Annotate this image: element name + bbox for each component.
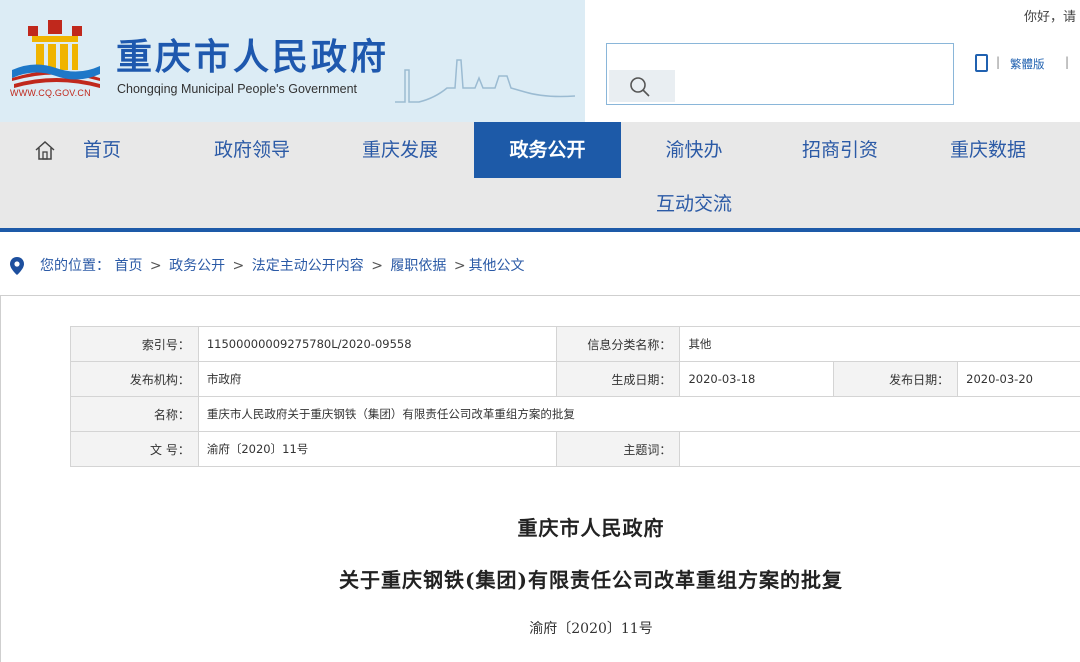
search-box (606, 43, 954, 105)
meta-value-name: 重庆市人民政府关于重庆钢铁（集团）有限责任公司改革重组方案的批复 (197, 396, 1080, 432)
city-skyline-decoration (395, 59, 575, 103)
toolbar-divider: | (996, 55, 1001, 69)
article-panel: 索引号： 11500000009275780L/2020-09558 信息分类名… (0, 295, 1080, 662)
home-icon[interactable] (34, 140, 56, 160)
meta-label-subject: 主题词： (555, 431, 681, 467)
search-button[interactable] (609, 70, 675, 102)
nav-item-investment[interactable]: 招商引资 (780, 122, 900, 178)
site-domain-label: WWW.CQ.GOV.CN (10, 88, 91, 98)
nav-item-development[interactable]: 重庆发展 (340, 122, 460, 178)
meta-label-docno: 文 号： (70, 431, 199, 467)
meta-value-agency: 市政府 (197, 361, 557, 397)
meta-value-subject (679, 431, 1080, 467)
meta-label-index: 索引号： (70, 326, 199, 362)
table-row: 索引号： 11500000009275780L/2020-09558 信息分类名… (70, 326, 1080, 362)
document-meta-table: 索引号： 11500000009275780L/2020-09558 信息分类名… (70, 326, 1080, 467)
toolbar-divider: | (1065, 55, 1070, 69)
site-title[interactable]: 重庆市人民政府 (116, 38, 389, 78)
location-pin-icon (10, 257, 24, 275)
table-row: 名称： 重庆市人民政府关于重庆钢铁（集团）有限责任公司改革重组方案的批复 (70, 396, 1080, 432)
site-subtitle: Chongqing Municipal People's Government (117, 82, 358, 96)
nav-bottom-line (0, 228, 1080, 232)
breadcrumb-item-other-documents[interactable]: 其他公文 (469, 258, 525, 274)
meta-value-docno: 渝府〔2020〕11号 (197, 431, 557, 467)
search-input[interactable] (607, 44, 953, 70)
table-row: 文 号： 渝府〔2020〕11号 主题词： (70, 431, 1080, 467)
nav-item-data[interactable]: 重庆数据 (928, 122, 1048, 178)
table-row: 发布机构： 市政府 生成日期： 2020-03-18 发布日期： 2020-03… (70, 361, 1080, 397)
nav-item-home[interactable]: 首页 (62, 122, 142, 178)
breadcrumb-separator: > (232, 258, 245, 274)
meta-value-index: 11500000009275780L/2020-09558 (197, 326, 557, 362)
document-issuer: 重庆市人民政府 (517, 516, 665, 540)
document-number: 渝府〔2020〕11号 (529, 621, 653, 637)
nav-item-yukuaiban[interactable]: 渝快办 (634, 122, 754, 178)
meta-label-created: 生成日期： (555, 361, 681, 397)
breadcrumb-separator: > (371, 258, 383, 274)
greeting-text: 你好，请 (1024, 10, 1077, 25)
nav-item-interaction[interactable]: 互动交流 (634, 176, 754, 232)
breadcrumb-item-government-affairs[interactable]: 政务公开 (169, 258, 225, 274)
meta-value-published: 2020-03-20 (957, 361, 1080, 397)
breadcrumb-separator: > (453, 258, 466, 274)
meta-value-category: 其他 (679, 326, 1080, 362)
meta-label-published: 发布日期： (833, 361, 959, 397)
breadcrumb-item-home[interactable]: 首页 (114, 258, 142, 274)
main-nav: 首页 政府领导 重庆发展 政务公开 渝快办 招商引资 重庆数据 互动交流 (0, 122, 1080, 232)
traditional-chinese-link[interactable]: 繁體版 (1010, 56, 1045, 72)
breadcrumb-item-statutory-disclosure[interactable]: 法定主动公开内容 (252, 258, 364, 274)
meta-value-created: 2020-03-18 (679, 361, 835, 397)
mobile-phone-icon[interactable] (975, 54, 988, 72)
meta-label-agency: 发布机构： (70, 361, 199, 397)
breadcrumb-separator: > (149, 258, 162, 274)
search-icon (630, 77, 650, 97)
breadcrumb-item-duty-basis[interactable]: 履职依据 (390, 258, 446, 274)
site-header: WWW.CQ.GOV.CN 重庆市人民政府 Chongqing Municipa… (0, 0, 1080, 122)
document-title: 关于重庆钢铁(集团)有限责任公司改革重组方案的批复 (339, 568, 843, 592)
meta-label-name: 名称： (70, 396, 199, 432)
nav-item-leaders[interactable]: 政府领导 (192, 122, 312, 178)
meta-label-category: 信息分类名称： (555, 326, 681, 362)
nav-item-government-affairs[interactable]: 政务公开 (474, 122, 621, 178)
breadcrumb-prefix: 您的位置： (40, 258, 110, 274)
site-banner: WWW.CQ.GOV.CN 重庆市人民政府 Chongqing Municipa… (0, 0, 585, 122)
